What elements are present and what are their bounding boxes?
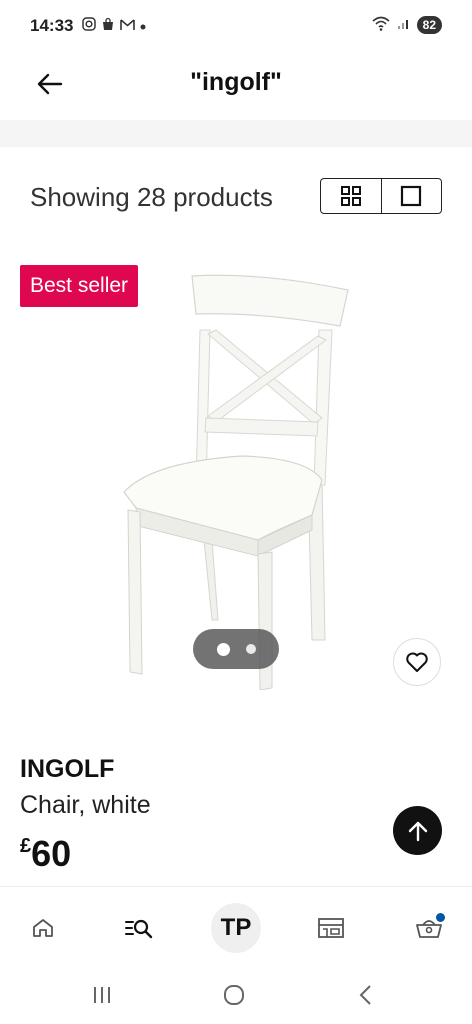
basket-indicator-dot [436,913,445,922]
notification-icons [82,17,146,35]
recents-button[interactable] [82,980,122,1010]
recents-icon [94,987,110,1003]
heart-icon [406,652,428,672]
chevron-left-icon [359,985,371,1005]
nav-search-button[interactable] [114,903,164,953]
carousel-dot [245,644,256,654]
nav-store-button[interactable] [306,903,356,953]
product-image-chair[interactable] [112,270,360,690]
system-home-button[interactable] [214,980,254,1010]
page-title: "ingolf" [190,68,282,96]
home-circle-icon [224,985,244,1005]
image-carousel-indicator[interactable] [193,629,279,669]
app-header: "ingolf" [0,52,472,118]
divider-band [0,120,472,147]
status-time: 14:33 [30,16,74,35]
store-icon [318,918,344,938]
grid-icon [340,186,361,206]
nav-profile-button[interactable]: TP [211,903,261,953]
instagram-icon [82,17,96,35]
results-bar: Showing 28 products [0,170,472,226]
system-navigation-bar [0,968,472,1024]
scroll-to-top-button[interactable] [393,806,442,855]
product-description: Chair, white [20,791,151,819]
price-value: 60 [31,833,72,874]
bottom-navigation: TP [0,886,472,968]
view-toggle [320,178,442,214]
nav-home-button[interactable] [18,903,68,953]
wifi-icon [371,15,391,34]
results-count: Showing 28 products [30,182,273,212]
signal-icon [397,16,411,33]
battery-indicator: 82 [416,15,442,34]
price-currency: £ [20,835,32,857]
carousel-dot-active [216,642,230,656]
square-icon [401,185,422,207]
home-icon [33,919,53,937]
shopping-bag-icon [101,17,115,35]
single-view-button[interactable] [382,179,442,213]
product-price: £ 60 [20,833,71,875]
grid-view-button[interactable] [321,179,382,213]
dot-icon [140,18,146,34]
favourite-button[interactable] [393,638,441,686]
product-name[interactable]: INGOLF [20,755,114,784]
status-bar: 14:33 82 [0,0,472,52]
avatar: TP [211,903,261,953]
system-back-button[interactable] [346,980,386,1010]
product-card[interactable]: Best seller INGOLF Chair, white £ 60 [0,248,472,884]
status-right: 82 [371,15,442,34]
search-list-icon [125,919,153,939]
nav-basket-button[interactable] [404,903,454,953]
arrow-up-icon [408,821,427,841]
gmail-icon [120,18,135,35]
